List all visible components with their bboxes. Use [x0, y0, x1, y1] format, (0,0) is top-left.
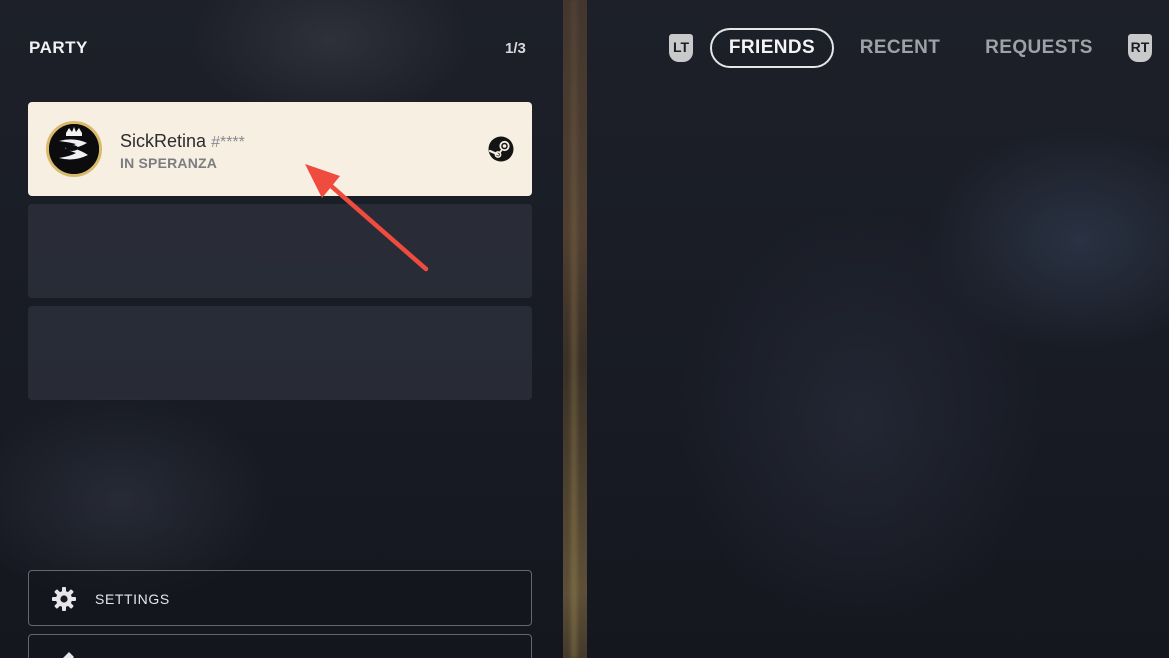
settings-label: SETTINGS [95, 591, 170, 607]
settings-button[interactable]: SETTINGS [28, 570, 532, 626]
panel-divider [563, 0, 587, 658]
avatar [46, 121, 102, 177]
halo-3-emblem-icon [49, 124, 99, 174]
tab-recent[interactable]: RECENT [852, 28, 948, 68]
empty-party-slot[interactable] [28, 306, 532, 400]
left-trigger-hint[interactable]: LT [669, 34, 693, 62]
empty-party-slot[interactable] [28, 204, 532, 298]
player-name-text: SickRetina [120, 131, 207, 151]
player-status: IN SPERANZA [120, 155, 218, 171]
edit-button[interactable] [28, 634, 532, 658]
steam-icon [488, 136, 514, 162]
party-count: 1/3 [505, 40, 526, 57]
party-title: PARTY [29, 38, 88, 57]
party-member-card[interactable]: SickRetina #**** IN SPERANZA [28, 102, 532, 196]
right-trigger-hint[interactable]: RT [1128, 34, 1152, 62]
tab-friends[interactable]: FRIENDS [710, 28, 834, 68]
gear-icon [52, 587, 76, 611]
player-tag: #**** [211, 134, 245, 151]
player-name: SickRetina #**** [120, 131, 245, 152]
tab-requests[interactable]: REQUESTS [980, 28, 1098, 68]
pencil-icon [63, 652, 74, 658]
